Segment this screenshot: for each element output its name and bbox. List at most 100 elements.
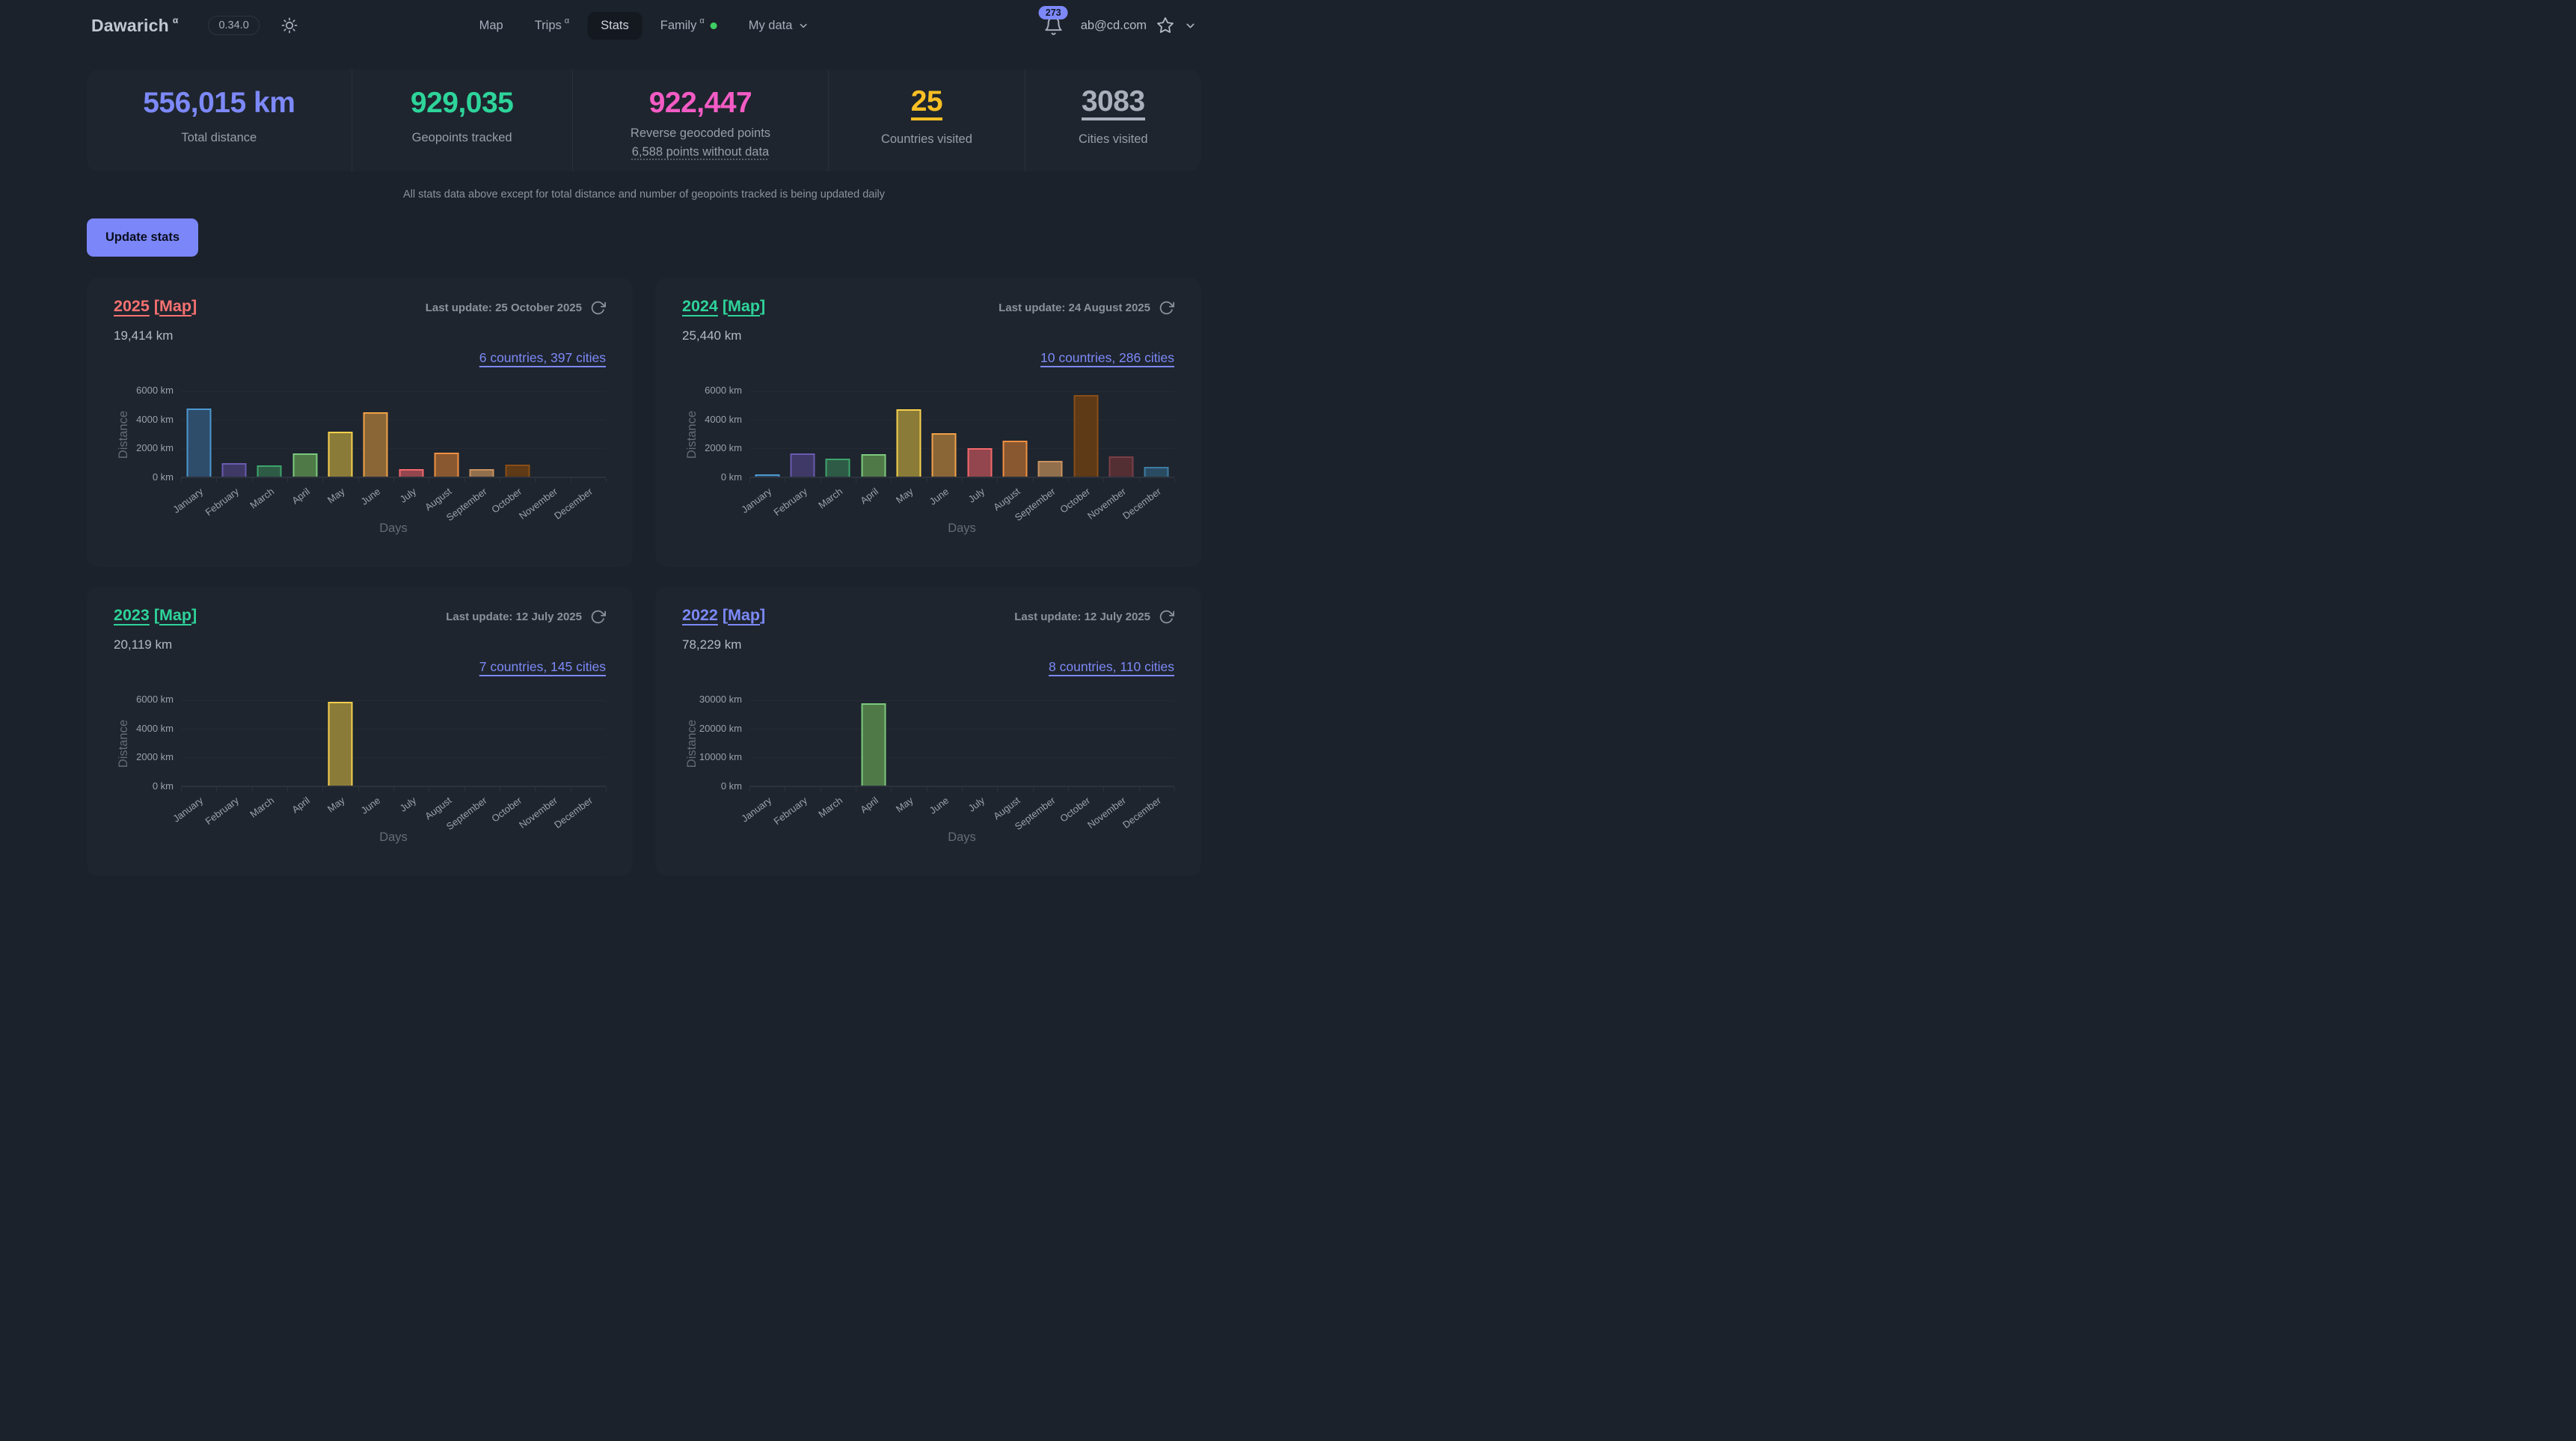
bar-august[interactable]: [434, 453, 459, 477]
bar-april[interactable]: [292, 453, 317, 477]
x-tick-label: March: [816, 795, 844, 820]
refresh-icon[interactable]: [1159, 609, 1174, 625]
chevron-down-icon: [797, 20, 809, 31]
map-link[interactable]: Map: [728, 297, 760, 315]
app-logo[interactable]: Dawarichα: [91, 16, 178, 36]
plot-area: [181, 391, 606, 478]
nav-item-my-data[interactable]: My data: [735, 12, 823, 40]
nav-item-map[interactable]: Map: [466, 12, 517, 40]
user-email[interactable]: ab@cd.com: [1081, 19, 1147, 33]
cities-visited-value[interactable]: 3083: [1082, 88, 1145, 120]
bar-march[interactable]: [257, 465, 282, 477]
bar-may[interactable]: [896, 409, 921, 477]
x-tick-label: January: [171, 486, 206, 515]
bar-march[interactable]: [826, 459, 850, 477]
x-tick-label: June: [359, 795, 383, 816]
last-update-text: Last update: 24 August 2025: [999, 302, 1150, 314]
gridline: [181, 700, 606, 701]
card-title: 2022 [Map]: [682, 606, 765, 625]
map-link[interactable]: Map: [728, 606, 760, 624]
year-chart: Distance 6000 km4000 km2000 km0 km Janua…: [114, 391, 606, 538]
x-tick-label: May: [325, 795, 347, 815]
stat-label: Cities visited: [1079, 132, 1148, 147]
bar-april[interactable]: [861, 454, 886, 477]
bar-july[interactable]: [967, 448, 992, 477]
last-update-text: Last update: 12 July 2025: [446, 611, 582, 623]
bar-august[interactable]: [1002, 441, 1027, 477]
x-tick-label: July: [397, 795, 417, 814]
map-link[interactable]: Map: [159, 606, 191, 624]
bar-october[interactable]: [505, 465, 530, 477]
stat-countries-visited: 25 Countries visited: [829, 70, 1025, 171]
update-stats-button[interactable]: Update stats: [87, 218, 198, 257]
last-update-text: Last update: 12 July 2025: [1014, 611, 1150, 623]
theme-toggle-button[interactable]: [280, 16, 298, 34]
year-cards-grid: 2025 [Map] Last update: 25 October 2025 …: [87, 278, 1201, 876]
year-card-2024: 2024 [Map] Last update: 24 August 2025 2…: [655, 278, 1201, 567]
x-tick-label: July: [966, 795, 986, 814]
x-tick-label: May: [894, 486, 916, 506]
countries-visited-value[interactable]: 25: [911, 88, 942, 120]
refresh-icon[interactable]: [590, 609, 606, 625]
bar-january[interactable]: [755, 474, 779, 477]
bar-june[interactable]: [932, 433, 957, 477]
x-tick-label: March: [248, 486, 276, 511]
y-axis-ticks: 30000 km20000 km10000 km0 km: [702, 700, 749, 787]
bar-february[interactable]: [790, 453, 815, 477]
refresh-icon[interactable]: [1159, 300, 1174, 316]
notifications-button[interactable]: 273: [1043, 16, 1064, 36]
bar-november[interactable]: [1108, 456, 1133, 477]
y-tick-label: 4000 km: [705, 414, 742, 425]
bar-december[interactable]: [1144, 467, 1169, 477]
bar-september[interactable]: [470, 469, 494, 477]
refresh-icon[interactable]: [590, 300, 606, 316]
stat-label: Geopoints tracked: [412, 131, 512, 145]
y-tick-label: 6000 km: [705, 385, 742, 396]
year-link[interactable]: 2023: [114, 606, 150, 624]
bar-may[interactable]: [328, 432, 352, 477]
notifications-count-badge: 273: [1039, 6, 1068, 19]
bar-february[interactable]: [221, 463, 246, 477]
countries-cities-link[interactable]: 8 countries, 110 cities: [1049, 659, 1174, 674]
bar-june[interactable]: [364, 412, 388, 477]
countries-cities-link[interactable]: 6 countries, 397 cities: [479, 350, 606, 365]
year-card-2022: 2022 [Map] Last update: 12 July 2025 78,…: [655, 587, 1201, 876]
bar-october[interactable]: [1073, 395, 1098, 477]
bar-january[interactable]: [186, 409, 211, 477]
y-tick-label: 0 km: [721, 780, 742, 792]
nav-item-trips[interactable]: Tripsα: [521, 12, 583, 40]
card-title: 2024 [Map]: [682, 297, 765, 316]
nav-item-family[interactable]: Familyα: [647, 12, 731, 40]
year-chart: Distance 6000 km4000 km2000 km0 km Janua…: [114, 700, 606, 847]
x-tick-label: March: [248, 795, 276, 820]
plot-area: [181, 700, 606, 787]
bar-april[interactable]: [861, 703, 886, 786]
y-tick-label: 2000 km: [136, 442, 174, 453]
x-tick-label: July: [397, 486, 417, 505]
y-tick-label: 30000 km: [699, 694, 742, 705]
bar-may[interactable]: [328, 702, 352, 786]
x-tick-label: January: [740, 795, 774, 824]
star-icon[interactable]: [1156, 16, 1174, 34]
bar-september[interactable]: [1038, 461, 1063, 477]
bar-july[interactable]: [399, 469, 423, 477]
y-tick-label: 4000 km: [136, 414, 174, 425]
year-link[interactable]: 2024: [682, 297, 718, 315]
nav-item-stats[interactable]: Stats: [587, 12, 643, 40]
x-axis-title: Days: [749, 513, 1174, 538]
map-link[interactable]: Map: [159, 297, 191, 315]
year-link[interactable]: 2022: [682, 606, 718, 624]
x-tick-mark: [606, 787, 607, 792]
points-without-data-tooltip[interactable]: 6,588 points without data: [632, 143, 769, 162]
x-tick-mark: [606, 478, 607, 483]
user-menu-chevron-icon[interactable]: [1184, 19, 1197, 32]
countries-cities-link[interactable]: 7 countries, 145 cities: [479, 659, 606, 674]
year-distance: 78,229 km: [682, 637, 1174, 652]
countries-cities-link[interactable]: 10 countries, 286 cities: [1040, 350, 1174, 365]
stat-label: Reverse geocoded points: [631, 124, 770, 143]
year-card-2025: 2025 [Map] Last update: 25 October 2025 …: [87, 278, 633, 567]
online-status-dot: [711, 22, 717, 29]
year-link[interactable]: 2025: [114, 297, 150, 315]
x-tick-label: June: [359, 486, 383, 507]
x-tick-label: January: [171, 795, 206, 824]
